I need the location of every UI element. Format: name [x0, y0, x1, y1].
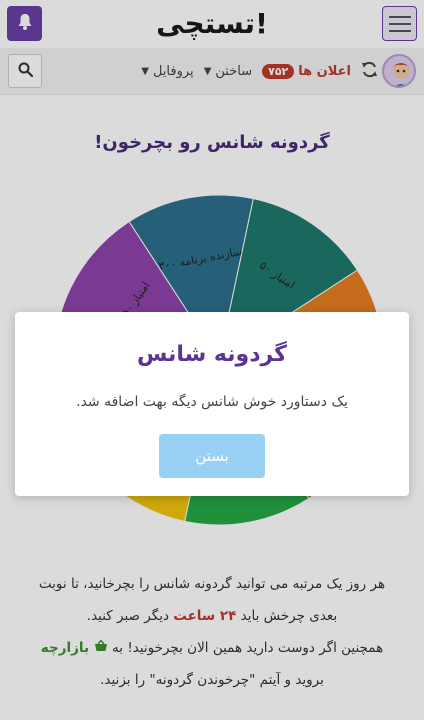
modal-message: یک دستاورد خوش شانس دیگه بهت اضافه شد. — [76, 394, 348, 410]
modal-dialog: گردونه شانس یک دستاورد خوش شانس دیگه بهت… — [15, 312, 409, 496]
close-button[interactable]: بستن — [159, 434, 265, 478]
modal-title: گردونه شانس — [137, 342, 287, 367]
